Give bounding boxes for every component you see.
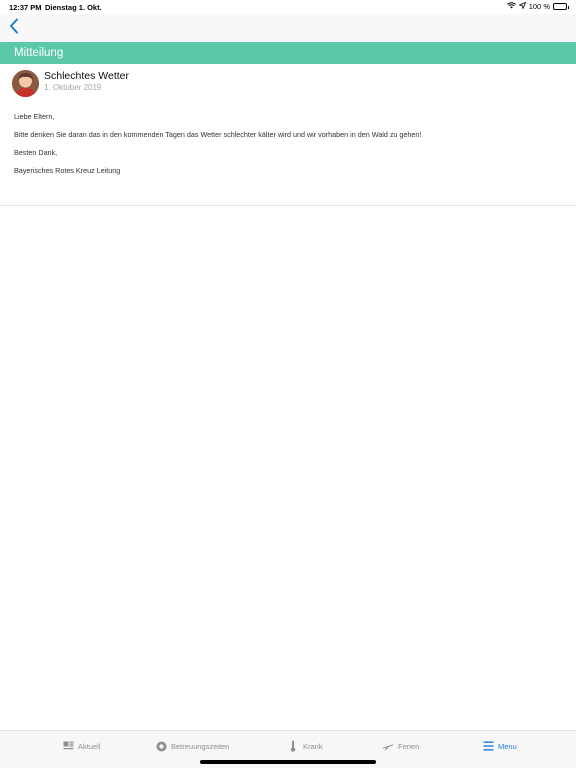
tab-label-ferien: Ferien [398,741,420,751]
tab-aktuell[interactable]: Aktuell [62,740,101,752]
airplane-icon [382,740,394,752]
battery-icon [553,3,569,10]
status-right: 100 % [506,1,569,11]
status-time: 12:37 PM [9,3,42,12]
status-date: Dienstag 1. Okt. [45,3,102,12]
back-button[interactable] [4,18,24,38]
tab-ferien[interactable]: Ferien [382,740,419,752]
chevron-left-icon [9,18,19,39]
tab-label-betreuungszeiten: Betreuungszeiten [171,741,230,751]
section-header: Mitteilung [0,42,576,64]
tab-betreuungszeiten[interactable]: Betreuungszeiten [155,740,229,752]
message-greeting: Liebe Eltern, [14,112,55,121]
news-icon [62,740,74,752]
avatar [12,70,39,97]
wifi-icon [506,2,516,11]
tab-menu[interactable]: Menu [482,740,517,752]
clock-icon [155,740,167,752]
battery-percent: 100 % [528,2,550,11]
tab-krank[interactable]: Krank [287,740,323,752]
message-closing: Besten Dank, [14,148,58,157]
navigation-bar [0,14,576,42]
thermometer-icon [287,740,299,752]
message-signature: Bayerisches Rotes Kreuz Leitung [14,166,121,175]
message-title: Schlechtes Wetter [44,70,130,82]
tab-label-aktuell: Aktuell [78,741,101,751]
message-paragraph: Bitte denken Sie daran das in den kommen… [14,130,422,139]
message-card: Schlechtes Wetter 1. Oktober 2019 Liebe … [0,64,576,206]
tab-label-krank: Krank [303,741,323,751]
status-bar: 12:37 PM Dienstag 1. Okt. 100 % [0,0,576,14]
location-icon [517,1,526,11]
message-date: 1. Oktober 2019 [44,83,102,92]
home-indicator [200,760,376,764]
tab-label-menu: Menu [498,741,517,751]
menu-icon [482,740,494,752]
message-body: Liebe Eltern, Bitte denken Sie daran das… [14,112,564,184]
